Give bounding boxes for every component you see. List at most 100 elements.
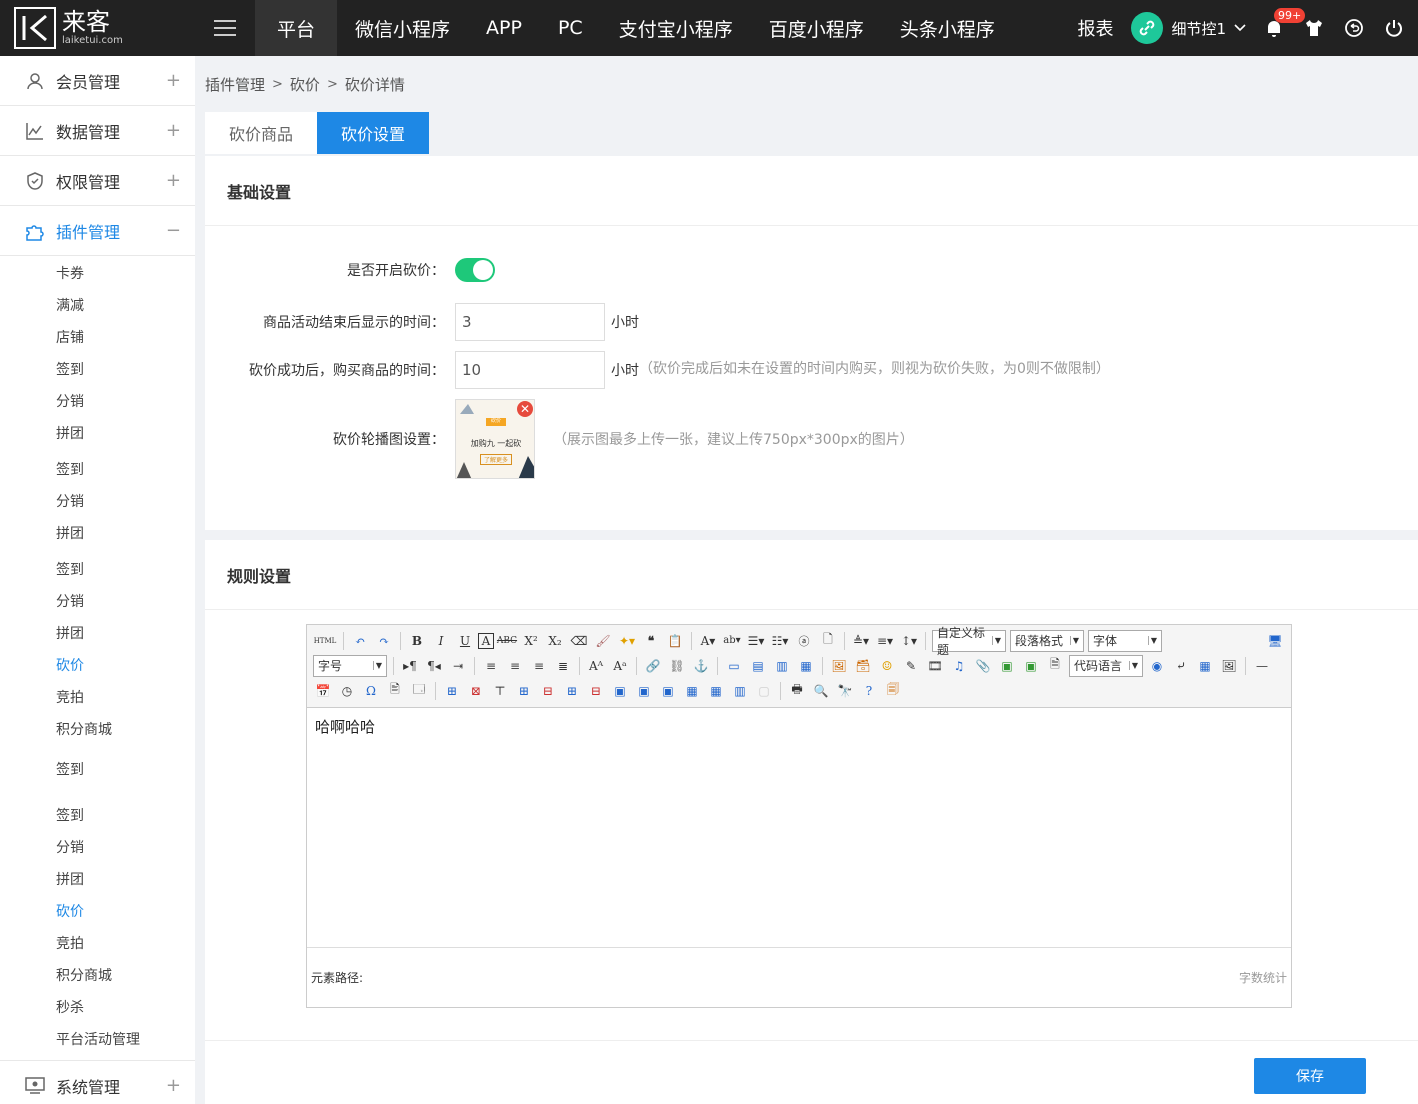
nav-baidu[interactable]: 百度小程序: [751, 0, 882, 56]
underline-icon[interactable]: U: [454, 631, 476, 651]
tab-bargain-products[interactable]: 砍价商品: [205, 112, 318, 154]
bold-icon[interactable]: B: [406, 631, 428, 651]
nav-alipay[interactable]: 支付宝小程序: [601, 0, 751, 56]
sidebar-sub-item[interactable]: 签到: [0, 800, 195, 832]
chevron-down-icon[interactable]: [1234, 21, 1246, 35]
preview-icon[interactable]: 🔍: [810, 681, 832, 701]
nav-platform[interactable]: 平台: [255, 0, 338, 56]
sidebar-sub-item[interactable]: 竞拍: [0, 928, 195, 960]
attachment-icon[interactable]: 📎: [972, 656, 994, 676]
split-rows-icon[interactable]: ▦: [705, 681, 727, 701]
sidebar-sub-item[interactable]: 拼团: [0, 518, 195, 550]
emoji-icon[interactable]: ☺: [876, 656, 898, 676]
paste-plain-icon[interactable]: 📋: [664, 631, 686, 651]
unordered-list-icon[interactable]: ☷▾: [769, 631, 791, 651]
shirt-icon[interactable]: [1294, 0, 1334, 56]
split-cells-icon[interactable]: ▦: [681, 681, 703, 701]
align-justify-icon[interactable]: ≣: [552, 656, 574, 676]
date-icon[interactable]: 📅: [312, 681, 334, 701]
select-all-icon[interactable]: ⓐ: [793, 631, 815, 651]
insert-frame-icon[interactable]: 🗎: [1044, 656, 1066, 676]
print-icon[interactable]: 🖶: [786, 681, 808, 701]
expand-icon[interactable]: +: [166, 170, 181, 191]
sidebar-item-permissions[interactable]: 权限管理 +: [0, 156, 195, 206]
insert-paragraph-before-table-icon[interactable]: ⊤: [489, 681, 511, 701]
sidebar-sub-item[interactable]: 平台活动管理: [0, 1024, 195, 1056]
sidebar-sub-item[interactable]: 竞拍: [0, 682, 195, 714]
time-icon[interactable]: ◷: [336, 681, 358, 701]
image-icon[interactable]: 🖼: [828, 656, 850, 676]
sidebar-item-members[interactable]: 会员管理 +: [0, 56, 195, 106]
indent-icon[interactable]: ⇥: [447, 656, 469, 676]
superscript-icon[interactable]: X²: [520, 631, 542, 651]
buy-time-input[interactable]: 10: [455, 351, 605, 389]
save-button[interactable]: 保存: [1254, 1058, 1366, 1094]
bell-icon[interactable]: 99+: [1254, 0, 1306, 56]
breadcrumb-item[interactable]: 砍价: [290, 74, 320, 95]
editor-content[interactable]: 哈啊哈哈: [307, 708, 1291, 948]
sidebar-sub-item[interactable]: 店铺: [0, 322, 195, 354]
row-spacing-bottom-icon[interactable]: ≡▾: [874, 631, 896, 651]
nav-pc[interactable]: PC: [540, 0, 601, 56]
sidebar-sub-item[interactable]: 分销: [0, 832, 195, 864]
delete-table-icon[interactable]: ⊠: [465, 681, 487, 701]
redo-icon[interactable]: ↷: [373, 631, 395, 651]
sidebar-sub-item[interactable]: 分销: [0, 586, 195, 618]
expand-icon[interactable]: +: [166, 120, 181, 141]
undo-icon[interactable]: [1334, 0, 1374, 56]
template-icon[interactable]: ▦: [1194, 656, 1216, 676]
italic-icon[interactable]: I: [430, 631, 452, 651]
help-icon[interactable]: ?: [858, 681, 880, 701]
insert-table-icon[interactable]: ⊞: [441, 681, 463, 701]
sidebar-sub-item[interactable]: 签到: [0, 354, 195, 386]
delete-row-icon[interactable]: ⊟: [537, 681, 559, 701]
snapscreen-icon[interactable]: 🗔: [408, 681, 430, 701]
sidebar-sub-item[interactable]: 签到: [0, 554, 195, 586]
subscript-icon[interactable]: X₂: [544, 631, 566, 651]
sidebar-item-plugins[interactable]: 插件管理 −: [0, 206, 195, 256]
image-center-icon[interactable]: ▦: [795, 656, 817, 676]
image-none-icon[interactable]: ▭: [723, 656, 745, 676]
align-left-icon[interactable]: ≡: [480, 656, 502, 676]
font-family-select[interactable]: 字体 ▼: [1088, 629, 1162, 652]
font-size-select[interactable]: 字号 ▼: [313, 654, 387, 677]
ordered-list-icon[interactable]: ☰▾: [745, 631, 767, 651]
sidebar-sub-item[interactable]: 分销: [0, 386, 195, 418]
merge-right-icon[interactable]: ▣: [633, 681, 655, 701]
chart-icon[interactable]: ▢: [753, 681, 775, 701]
video-icon[interactable]: 🎞: [924, 656, 946, 676]
link-icon[interactable]: [1131, 12, 1164, 44]
rtl-icon[interactable]: ¶◂: [423, 656, 445, 676]
delete-col-icon[interactable]: ⊟: [585, 681, 607, 701]
link-icon[interactable]: 🔗: [642, 656, 664, 676]
unlink-icon[interactable]: ⛓: [666, 656, 688, 676]
banner-thumbnail[interactable]: 砍价 加购九 一起砍 了解更多 ✕: [455, 399, 535, 479]
merge-cells-icon[interactable]: ▣: [609, 681, 631, 701]
anchor-icon[interactable]: ⚓: [690, 656, 712, 676]
uppercase-icon[interactable]: Aᴬ: [585, 656, 607, 676]
page-break-icon[interactable]: ⤶: [1170, 656, 1192, 676]
eraser-icon[interactable]: ⌫: [568, 631, 590, 651]
horizontal-rule-icon[interactable]: —: [1251, 656, 1273, 676]
font-color-icon[interactable]: A▾: [697, 631, 719, 651]
close-icon[interactable]: ✕: [517, 401, 533, 417]
user-name[interactable]: 细节控1: [1171, 18, 1226, 39]
sidebar-sub-item[interactable]: 满减: [0, 290, 195, 322]
wordimage-icon[interactable]: 🖹: [384, 681, 406, 701]
sidebar-sub-item[interactable]: 签到: [0, 454, 195, 486]
custom-heading-select[interactable]: 自定义标题 ▼: [932, 626, 1006, 657]
align-right-icon[interactable]: ≡: [528, 656, 550, 676]
expand-icon[interactable]: +: [166, 1075, 181, 1096]
gmap-icon[interactable]: ▣: [1020, 656, 1042, 676]
nav-toutiao[interactable]: 头条小程序: [882, 0, 1013, 56]
music-icon[interactable]: ♫: [948, 656, 970, 676]
search-replace-icon[interactable]: 🔭: [834, 681, 856, 701]
insert-row-icon[interactable]: ⊞: [513, 681, 535, 701]
html-source-button[interactable]: HTML: [312, 631, 338, 651]
tab-bargain-settings[interactable]: 砍价设置: [317, 112, 430, 154]
breadcrumb-item[interactable]: 插件管理: [205, 74, 265, 95]
hamburger-icon[interactable]: [195, 0, 255, 56]
background-icon[interactable]: 🖼: [1218, 656, 1240, 676]
font-border-icon[interactable]: A: [478, 632, 494, 649]
ltr-icon[interactable]: ▸¶: [399, 656, 421, 676]
